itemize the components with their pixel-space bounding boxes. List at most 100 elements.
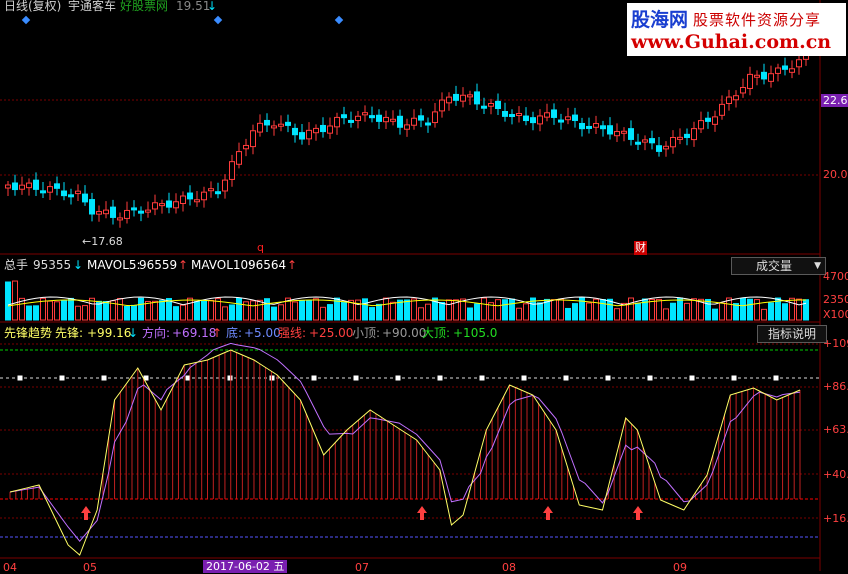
- low-price-marker: ←17.68: [82, 235, 123, 248]
- volume-bar: [257, 299, 263, 321]
- volume-bar: [208, 299, 214, 321]
- candle-body: [481, 105, 487, 109]
- candle-body: [124, 209, 130, 219]
- candle-body: [670, 137, 676, 148]
- price-axis-tag-current: 22.6: [821, 94, 848, 107]
- volume-bar: [502, 299, 508, 321]
- candle-body: [642, 139, 648, 143]
- volume-bar: [600, 299, 606, 321]
- candle-body: [145, 209, 151, 213]
- xiaoding-marker: [521, 375, 527, 381]
- indicator-axis-tag: +63.: [823, 423, 848, 436]
- candle-body: [705, 117, 711, 122]
- xiaoding-marker: [227, 375, 233, 381]
- date-axis-label: 07: [355, 561, 369, 574]
- candle-body: [740, 86, 746, 94]
- volume-title: 总手: [4, 258, 29, 272]
- indicator-name: 先锋趋势: [4, 326, 53, 340]
- candle-body: [82, 193, 88, 203]
- candle-body: [264, 119, 270, 126]
- indicator-axis-tag: +86.: [823, 380, 848, 393]
- volume-bar: [796, 298, 802, 321]
- candle-body: [369, 115, 375, 119]
- candle-body: [635, 141, 641, 145]
- candle-body: [201, 191, 207, 201]
- indicator-dropdown[interactable]: 成交量 ▼: [731, 257, 826, 275]
- volume-bar: [649, 298, 655, 321]
- candle-body: [719, 103, 725, 116]
- candle-body: [61, 190, 67, 197]
- volume-bar: [761, 308, 767, 321]
- candle-body: [558, 119, 564, 123]
- volume-bar: [467, 307, 473, 321]
- candle-body: [194, 199, 200, 203]
- xiaoding-marker: [17, 375, 23, 381]
- xiaoding-marker: [689, 375, 695, 381]
- volume-bar: [103, 301, 109, 321]
- qiangxian-value: +25.00: [309, 326, 354, 340]
- xiaoding-label: 小顶:: [352, 326, 381, 340]
- candle-body: [649, 138, 655, 144]
- candle-body: [110, 206, 116, 218]
- candle-body: [551, 109, 557, 118]
- fangxiang-up-arrow-icon: ↑: [212, 326, 223, 340]
- volume-bar: [47, 300, 53, 321]
- volume-bar: [621, 302, 627, 321]
- volume-bar: [740, 298, 746, 321]
- candle-body: [75, 190, 81, 195]
- volume-bar: [404, 299, 410, 321]
- stock-chart-canvas[interactable]: [0, 0, 848, 571]
- volume-bar: [61, 300, 67, 321]
- xiaoding-value: +90.00: [382, 326, 427, 340]
- candle-body: [243, 144, 249, 150]
- candle-body: [5, 184, 11, 189]
- candle-body: [19, 184, 25, 190]
- fangxiang-value: +69.18: [172, 326, 217, 340]
- candle-body: [54, 183, 60, 189]
- candle-body: [117, 217, 123, 221]
- candle-body: [383, 116, 389, 123]
- volume-bar: [789, 297, 795, 321]
- logo-title: 股海网: [631, 9, 689, 31]
- indicator-help-button[interactable]: 指标说明: [757, 325, 827, 343]
- volume-bar: [635, 302, 641, 321]
- volume-total: 95355: [33, 258, 72, 272]
- candle-body: [180, 195, 186, 205]
- candle-body: [89, 199, 95, 215]
- candle-body: [495, 100, 501, 110]
- volume-bar: [201, 300, 207, 321]
- candle-body: [446, 96, 452, 104]
- volume-bar: [271, 306, 277, 321]
- candle-body: [789, 68, 795, 73]
- candle-body: [397, 115, 403, 128]
- candle-body: [320, 124, 326, 133]
- event-marker-finance[interactable]: 财: [634, 241, 647, 255]
- candle-body: [47, 186, 53, 193]
- volume-bar: [180, 304, 186, 321]
- mavol10-label: MAVOL10:: [191, 258, 253, 272]
- candle-body: [607, 125, 613, 135]
- candle-body: [691, 128, 697, 141]
- volume-bar: [250, 300, 256, 321]
- volume-bar: [152, 300, 158, 321]
- mavol5-label: MAVOL5:: [87, 258, 141, 272]
- volume-bar: [446, 299, 452, 321]
- volume-bar: [572, 303, 578, 321]
- qiangxian-label: 强线:: [278, 326, 307, 340]
- event-marker-q[interactable]: q: [257, 241, 264, 255]
- volume-bar: [5, 281, 11, 321]
- xiaoding-marker: [269, 375, 275, 381]
- watermark-text: 好股票网: [120, 0, 169, 13]
- candle-body: [159, 203, 165, 207]
- volume-bar: [558, 298, 564, 321]
- candle-body: [544, 112, 550, 118]
- candle-body: [796, 59, 802, 68]
- candle-body: [467, 94, 473, 98]
- volume-bar: [670, 302, 676, 321]
- volume-bar: [138, 297, 144, 321]
- indicator-axis-tag: +109: [823, 337, 848, 350]
- candle-body: [285, 121, 291, 126]
- volume-bar: [733, 303, 739, 321]
- candle-body: [425, 122, 431, 126]
- volume-bar: [768, 302, 774, 321]
